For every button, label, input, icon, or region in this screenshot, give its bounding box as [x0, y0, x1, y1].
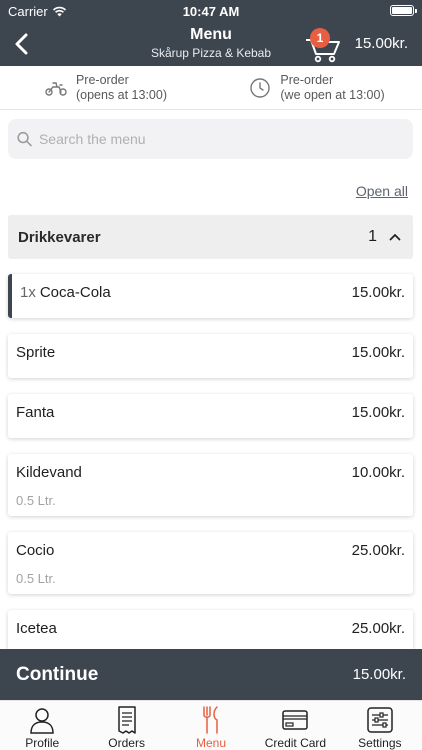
- preorder-delivery[interactable]: Pre-order (opens at 13:00): [0, 66, 211, 109]
- item-name: Sprite: [16, 344, 56, 361]
- person-icon: [30, 708, 54, 734]
- sliders-icon: [367, 707, 393, 733]
- preorder-pickup-line1: Pre-order: [280, 72, 334, 87]
- cart-total: 15.00kr.: [354, 35, 408, 52]
- chevron-up-icon: [389, 234, 401, 241]
- tab-menu[interactable]: Menu: [169, 701, 253, 750]
- header: Carrier 10:47 AM Menu Skårup Pizza & Keb…: [0, 0, 422, 66]
- category-header[interactable]: Drikkevarer 1: [8, 215, 413, 259]
- preorder-bar: Pre-order (opens at 13:00) Pre-order (we…: [0, 66, 422, 110]
- clock-icon: [250, 77, 271, 98]
- tab-profile[interactable]: Profile: [0, 701, 84, 750]
- item-price: 15.00kr.: [351, 344, 405, 361]
- tab-credit-card[interactable]: Credit Card: [253, 701, 337, 750]
- open-all-link[interactable]: Open all: [356, 183, 408, 199]
- menu-item-kildevand[interactable]: Kildevand 10.00kr. 0.5 Ltr.: [8, 454, 413, 516]
- status-bar: Carrier 10:47 AM: [0, 0, 422, 22]
- menu-item-fanta[interactable]: Fanta 15.00kr.: [8, 394, 413, 438]
- battery-icon: [390, 5, 417, 16]
- continue-button[interactable]: Continue 15.00kr.: [0, 649, 422, 700]
- item-name: Kildevand: [16, 464, 82, 481]
- preorder-pickup[interactable]: Pre-order (we open at 13:00): [211, 66, 422, 109]
- preorder-delivery-line1: Pre-order: [75, 72, 129, 87]
- item-price: 10.00kr.: [351, 464, 405, 481]
- status-time: 10:47 AM: [182, 4, 240, 19]
- tab-label: Settings: [358, 736, 402, 750]
- tab-label: Credit Card: [264, 736, 327, 750]
- scooter-icon: [45, 81, 67, 96]
- preorder-delivery-line2: (opens at 13:00): [75, 87, 168, 102]
- menu-item-title: 1x Coca-Cola: [20, 284, 111, 301]
- item-price: 25.00kr.: [351, 620, 405, 637]
- tab-settings[interactable]: Settings: [338, 701, 422, 750]
- item-name: Fanta: [16, 404, 55, 421]
- preorder-pickup-line2: (we open at 13:00): [280, 87, 385, 102]
- credit-card-icon: [282, 710, 309, 730]
- tab-label: Profile: [25, 736, 60, 750]
- item-quantity: 1x: [20, 284, 36, 301]
- receipt-icon: [117, 706, 136, 734]
- menu-item-sprite[interactable]: Sprite 15.00kr.: [8, 334, 413, 378]
- search-bar[interactable]: [8, 119, 413, 159]
- tab-bar: Profile Orders Menu Credit Card Settings: [0, 700, 422, 750]
- menu-item-icetea[interactable]: Icetea 25.00kr.: [8, 610, 413, 654]
- nav-bar: Menu Skårup Pizza & Kebab 1 15.00kr.: [0, 24, 422, 66]
- cart-count-badge: 1: [310, 28, 330, 48]
- item-description: 0.5 Ltr.: [16, 571, 56, 586]
- menu-item-coca-cola[interactable]: 1x Coca-Cola 15.00kr.: [8, 274, 413, 318]
- tab-label: Orders: [108, 736, 145, 750]
- tab-label: Menu: [196, 736, 227, 750]
- continue-label: Continue: [16, 663, 99, 685]
- item-name: Icetea: [16, 620, 57, 637]
- item-description: 0.5 Ltr.: [16, 493, 56, 508]
- item-name: Coca-Cola: [39, 284, 111, 301]
- continue-amount: 15.00kr.: [352, 666, 406, 683]
- cart-button[interactable]: 1: [304, 26, 344, 66]
- fork-knife-icon: [203, 706, 218, 734]
- item-name: Cocio: [16, 542, 55, 559]
- tab-orders[interactable]: Orders: [84, 701, 168, 750]
- menu-item-cocio[interactable]: Cocio 25.00kr. 0.5 Ltr.: [8, 532, 413, 594]
- search-icon: [17, 131, 32, 147]
- item-price: 15.00kr.: [351, 404, 405, 421]
- category-name: Drikkevarer: [18, 228, 101, 246]
- category-count: 1: [368, 228, 377, 245]
- search-input[interactable]: [38, 131, 413, 147]
- item-price: 15.00kr.: [351, 284, 405, 301]
- item-price: 25.00kr.: [351, 542, 405, 559]
